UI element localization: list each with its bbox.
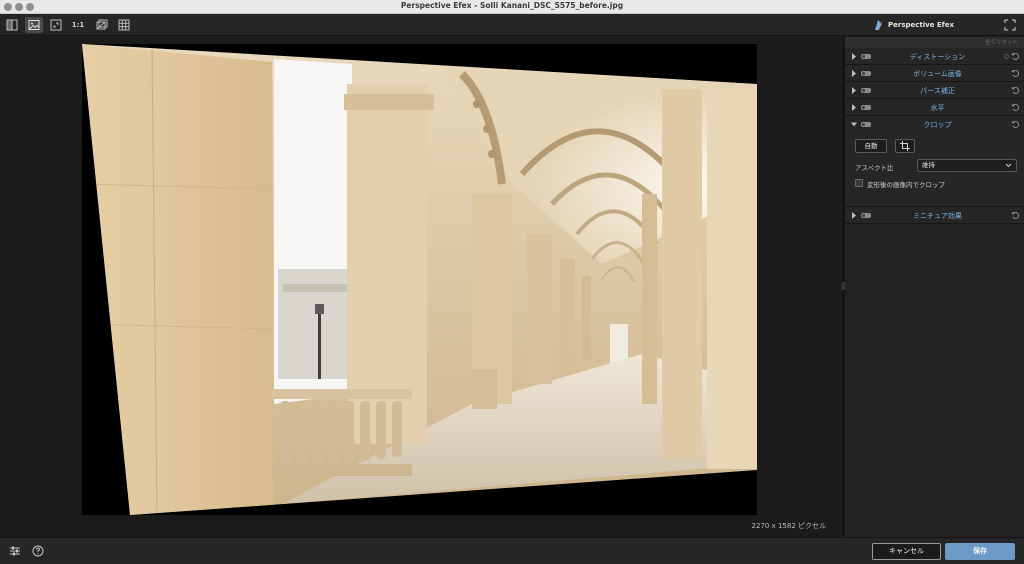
- section-toggle[interactable]: [861, 122, 871, 127]
- reset-icon[interactable]: [1011, 86, 1020, 95]
- image-dimensions: 2270 x 1582 ピクセル: [751, 522, 826, 530]
- chevron-right-icon[interactable]: [851, 53, 857, 60]
- save-button[interactable]: 保存: [945, 543, 1015, 560]
- reset-icon[interactable]: [1011, 52, 1020, 61]
- section-label: 水平: [930, 104, 945, 112]
- image-canvas[interactable]: 2270 x 1582 ピクセル: [0, 37, 840, 537]
- perspective-efex-logo-icon: [875, 20, 882, 30]
- section-label: パース補正: [920, 87, 955, 95]
- reset-icon[interactable]: [1011, 211, 1020, 220]
- section-distortion[interactable]: ディストーション: [845, 48, 1024, 65]
- chevron-right-icon[interactable]: [851, 70, 857, 77]
- section-crop[interactable]: クロップ: [845, 116, 1024, 133]
- toolbar: 1:1 Perspective Efex: [0, 14, 1024, 36]
- grid-icon: [118, 19, 130, 31]
- auto-crop-button[interactable]: 自動: [855, 139, 887, 153]
- window-title: Perspective Efex - Solli Kanani_DSC_5575…: [400, 1, 624, 10]
- settings-sliders-icon[interactable]: [9, 545, 21, 557]
- bottom-bar: キャンセル 保存: [0, 537, 1024, 564]
- section-miniature[interactable]: ミニチュア効果: [845, 207, 1024, 224]
- brand: Perspective Efex: [874, 19, 954, 31]
- section-label: クロップ: [923, 121, 952, 129]
- before-after-icon: [6, 19, 18, 31]
- chevron-right-icon[interactable]: [851, 212, 857, 219]
- reset-all-button[interactable]: 全てリセット: [985, 38, 1018, 46]
- chevron-down-icon: [1005, 163, 1012, 168]
- chevron-down-icon[interactable]: [851, 121, 857, 128]
- cancel-button[interactable]: キャンセル: [872, 543, 941, 560]
- section-volume[interactable]: ボリューム画像: [845, 65, 1024, 82]
- preview-button[interactable]: [25, 17, 43, 33]
- fullscreen-icon[interactable]: [1004, 19, 1016, 31]
- section-perspective[interactable]: パース補正: [845, 82, 1024, 99]
- section-toggle[interactable]: [861, 105, 871, 110]
- section-label: ボリューム画像: [913, 70, 962, 78]
- grid-button[interactable]: [115, 17, 133, 33]
- crop-within-transformed-checkbox[interactable]: [855, 179, 863, 187]
- reset-icon[interactable]: [1011, 120, 1020, 129]
- chevron-right-icon[interactable]: [851, 87, 857, 94]
- preview-image: [82, 44, 757, 515]
- fit-screen-icon: [50, 19, 62, 31]
- help-icon[interactable]: [32, 545, 44, 557]
- edit-indicator-icon: [1004, 54, 1009, 59]
- section-toggle[interactable]: [861, 213, 871, 218]
- section-toggle[interactable]: [861, 71, 871, 76]
- crop-icon: [900, 141, 910, 151]
- zoom-100-label: 1:1: [71, 21, 85, 29]
- title-bar: Perspective Efex - Solli Kanani_DSC_5575…: [0, 0, 1024, 14]
- chevron-right-icon[interactable]: [851, 104, 857, 111]
- reset-row: 全てリセット: [845, 37, 1024, 48]
- section-horizon[interactable]: 水平: [845, 99, 1024, 116]
- section-toggle[interactable]: [861, 88, 871, 93]
- section-label: ディストーション: [909, 53, 966, 61]
- crop-controls: 自動 アスペクト比 維持 変形後の画像内でクロップ: [845, 133, 1024, 207]
- reset-icon[interactable]: [1011, 69, 1020, 78]
- aspect-ratio-value: 維持: [922, 161, 935, 169]
- crop-within-transformed-label: 変形後の画像内でクロップ: [867, 181, 945, 189]
- aspect-ratio-select[interactable]: 維持: [917, 159, 1017, 172]
- layers-icon: [96, 19, 108, 30]
- fit-button[interactable]: [47, 17, 65, 33]
- overlay-button[interactable]: [93, 17, 111, 33]
- brand-name: Perspective Efex: [888, 21, 954, 29]
- section-toggle[interactable]: [861, 54, 871, 59]
- reset-icon[interactable]: [1011, 103, 1020, 112]
- crop-tool-button[interactable]: [895, 139, 915, 153]
- adjustments-panel: 全てリセット ディストーション ボリューム画像 パース補正 水平 クロップ 自動: [845, 37, 1024, 537]
- image-icon: [28, 20, 40, 30]
- aspect-ratio-label: アスペクト比: [855, 164, 894, 172]
- section-label: ミニチュア効果: [913, 212, 962, 220]
- zoom-100-button[interactable]: 1:1: [69, 17, 87, 33]
- before-after-button[interactable]: [3, 17, 21, 33]
